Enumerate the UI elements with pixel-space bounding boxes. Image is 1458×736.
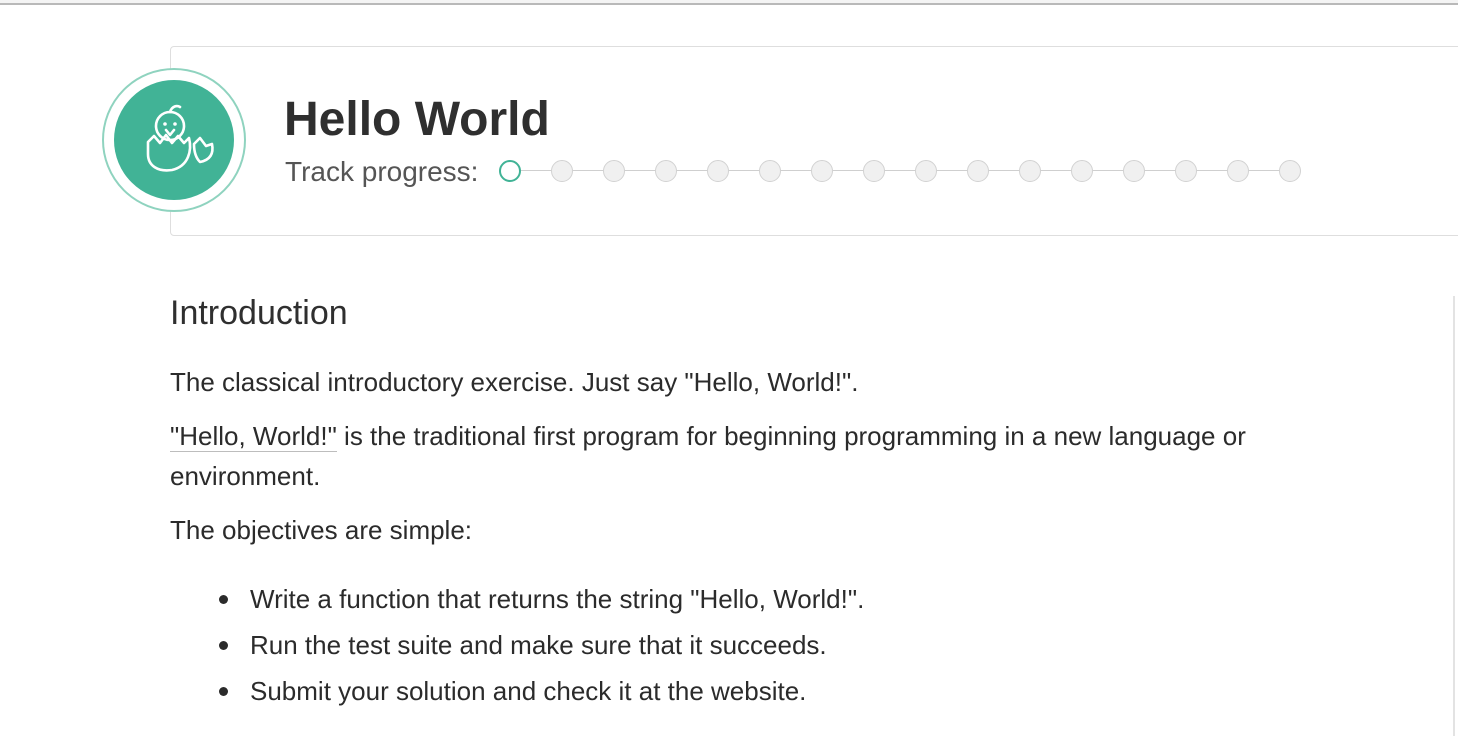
track-progress-label: Track progress:: [285, 156, 479, 187]
progress-step: [1123, 160, 1145, 182]
progress-step: [863, 160, 885, 182]
track-progress-bar: [499, 160, 1304, 182]
progress-step: [1019, 160, 1041, 182]
objectives-intro: The objectives are simple:: [170, 515, 473, 545]
list-item: Write a function that returns the string…: [219, 576, 1290, 622]
progress-step: [759, 160, 781, 182]
introduction-heading: Introduction: [170, 294, 348, 332]
exercise-description: Introduction The classical introductory …: [170, 290, 1290, 714]
exercise-title: Hello World: [284, 93, 550, 146]
history-paragraph: "Hello, World!" is the traditional first…: [170, 416, 1250, 496]
exercise-badge: [102, 68, 246, 212]
progress-step: [1227, 160, 1249, 182]
hello-world-link[interactable]: "Hello, World!": [170, 421, 337, 452]
list-item: Submit your solution and check it at the…: [219, 668, 1290, 714]
progress-step: [551, 160, 573, 182]
content-side-divider: [1453, 296, 1455, 736]
progress-step: [655, 160, 677, 182]
progress-step: [915, 160, 937, 182]
progress-step-current: [499, 160, 521, 182]
exercise-page: Hello World Track progress: Introduction…: [0, 0, 1458, 736]
progress-step: [707, 160, 729, 182]
progress-step: [603, 160, 625, 182]
objectives-list: Write a function that returns the string…: [170, 576, 1290, 714]
progress-step: [811, 160, 833, 182]
intro-paragraph: The classical introductory exercise. Jus…: [170, 367, 859, 397]
progress-step: [967, 160, 989, 182]
progress-step: [1279, 160, 1301, 182]
progress-step: [1071, 160, 1093, 182]
badge-circle: [114, 80, 234, 200]
list-item: Run the test suite and make sure that it…: [219, 622, 1290, 668]
progress-step: [1175, 160, 1197, 182]
window-top-border: [0, 0, 1458, 5]
hatching-chick-icon: [146, 104, 214, 172]
